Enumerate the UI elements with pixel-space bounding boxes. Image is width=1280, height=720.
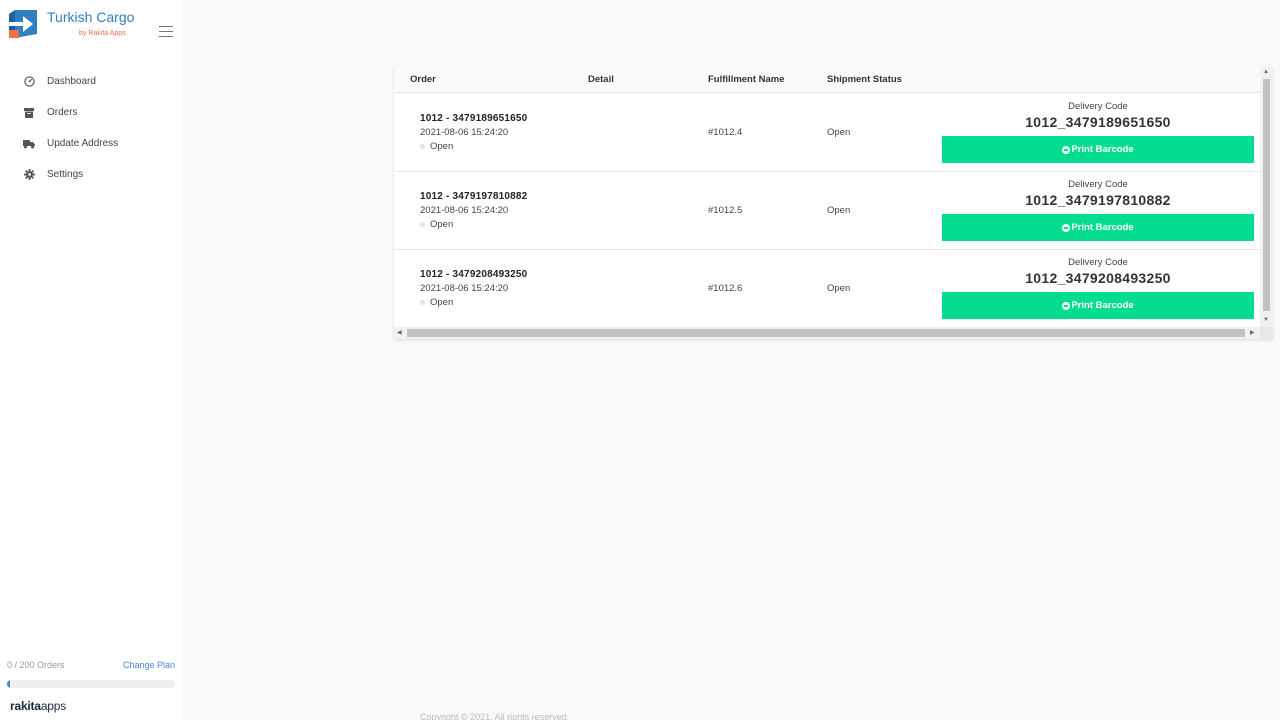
order-id: 1012 - 3479197810882	[420, 191, 528, 202]
status-dot-icon	[420, 144, 425, 149]
order-status: Open	[420, 219, 453, 230]
order-date: 2021-08-06 15:24:20	[420, 127, 509, 138]
delivery-code-block: Delivery Code 1012_3479208493250 Print B…	[942, 257, 1254, 319]
order-status: Open	[420, 297, 453, 308]
column-header-order: Order	[410, 74, 436, 85]
sidebar-item-update-address[interactable]: Update Address	[0, 128, 183, 159]
sidebar-item-label: Settings	[47, 169, 84, 180]
delivery-code-value: 1012_3479208493250	[1025, 270, 1171, 286]
plan-progress-bar	[7, 680, 175, 688]
copyright-text: Copyright © 2021. All rights reserved.	[420, 712, 570, 720]
sidebar-item-dashboard[interactable]: Dashboard	[0, 66, 183, 97]
order-status: Open	[420, 141, 453, 152]
scroll-down-icon[interactable]: ▼	[1263, 317, 1269, 323]
sidebar-nav: Dashboard Orders Update Address Settings	[0, 66, 183, 190]
table-row: 1012 - 3479197810882 2021-08-06 15:24:20…	[394, 172, 1260, 250]
delivery-code-label: Delivery Code	[1068, 179, 1128, 190]
sidebar-item-label: Orders	[47, 107, 78, 118]
delivery-code-block: Delivery Code 1012_3479189651650 Print B…	[942, 101, 1254, 163]
table-row: 1012 - 3479189651650 2021-08-06 15:24:20…	[394, 94, 1260, 172]
column-header-fulfillment-name: Fulfillment Name	[708, 74, 785, 85]
brand-title: Turkish Cargo	[47, 9, 135, 25]
table-header: Order Detail Fulfillment Name Shipment S…	[394, 67, 1260, 93]
orders-table: Order Detail Fulfillment Name Shipment S…	[394, 67, 1273, 339]
brand-subtitle: by Rakita Apps	[79, 30, 126, 37]
orders-icon	[22, 106, 36, 120]
vertical-scrollbar[interactable]: ▲ ▼	[1260, 67, 1273, 327]
horizontal-scrollbar[interactable]: ◀ ▶	[394, 327, 1260, 339]
column-header-shipment-status: Shipment Status	[827, 74, 902, 85]
sidebar-item-label: Dashboard	[47, 76, 96, 87]
fulfillment-name: #1012.6	[708, 283, 743, 294]
print-barcode-button[interactable]: Print Barcode	[942, 214, 1254, 241]
shipment-status: Open	[827, 205, 851, 216]
scroll-right-icon[interactable]: ▶	[1250, 329, 1255, 336]
delivery-code-value: 1012_3479189651650	[1025, 114, 1171, 130]
status-dot-icon	[420, 222, 425, 227]
fulfillment-name: #1012.4	[708, 127, 743, 138]
print-barcode-button[interactable]: Print Barcode	[942, 292, 1254, 319]
sidebar-item-label: Update Address	[47, 138, 119, 149]
scroll-up-icon[interactable]: ▲	[1263, 69, 1269, 75]
printer-icon	[1062, 223, 1071, 232]
delivery-code-label: Delivery Code	[1068, 101, 1128, 112]
delivery-code-value: 1012_3479197810882	[1025, 192, 1171, 208]
plan-progress-fill	[7, 680, 11, 688]
hamburger-menu-icon[interactable]	[159, 26, 173, 37]
rakita-apps-logo: rakitaapps	[10, 699, 67, 713]
change-plan-link[interactable]: Change Plan	[123, 660, 175, 670]
print-barcode-button[interactable]: Print Barcode	[942, 136, 1254, 163]
delivery-code-label: Delivery Code	[1068, 257, 1128, 268]
plan-order-count: 0 / 200 Orders	[7, 660, 65, 670]
table-row: 1012 - 3479208493250 2021-08-06 15:24:20…	[394, 250, 1260, 328]
printer-icon	[1062, 145, 1071, 154]
truck-icon	[22, 137, 36, 151]
horizontal-scroll-thumb[interactable]	[407, 329, 1245, 337]
order-id: 1012 - 3479189651650	[420, 113, 528, 124]
sidebar-item-orders[interactable]: Orders	[0, 97, 183, 128]
order-id: 1012 - 3479208493250	[420, 269, 528, 280]
scrollbar-corner	[1260, 327, 1273, 339]
sidebar-item-settings[interactable]: Settings	[0, 159, 183, 190]
delivery-code-block: Delivery Code 1012_3479197810882 Print B…	[942, 179, 1254, 241]
dashboard-icon	[22, 75, 36, 89]
column-header-detail: Detail	[588, 74, 614, 85]
printer-icon	[1062, 301, 1071, 310]
sidebar: Turkish Cargo by Rakita Apps Dashboard O…	[0, 0, 183, 720]
gear-icon	[22, 168, 36, 182]
shipment-status: Open	[827, 283, 851, 294]
fulfillment-name: #1012.5	[708, 205, 743, 216]
shipment-status: Open	[827, 127, 851, 138]
status-dot-icon	[420, 300, 425, 305]
brand: Turkish Cargo by Rakita Apps	[9, 8, 179, 44]
turkish-cargo-logo-icon	[9, 10, 37, 38]
vertical-scroll-thumb[interactable]	[1263, 79, 1270, 311]
order-date: 2021-08-06 15:24:20	[420, 205, 509, 216]
scroll-left-icon[interactable]: ◀	[397, 329, 402, 336]
order-date: 2021-08-06 15:24:20	[420, 283, 509, 294]
